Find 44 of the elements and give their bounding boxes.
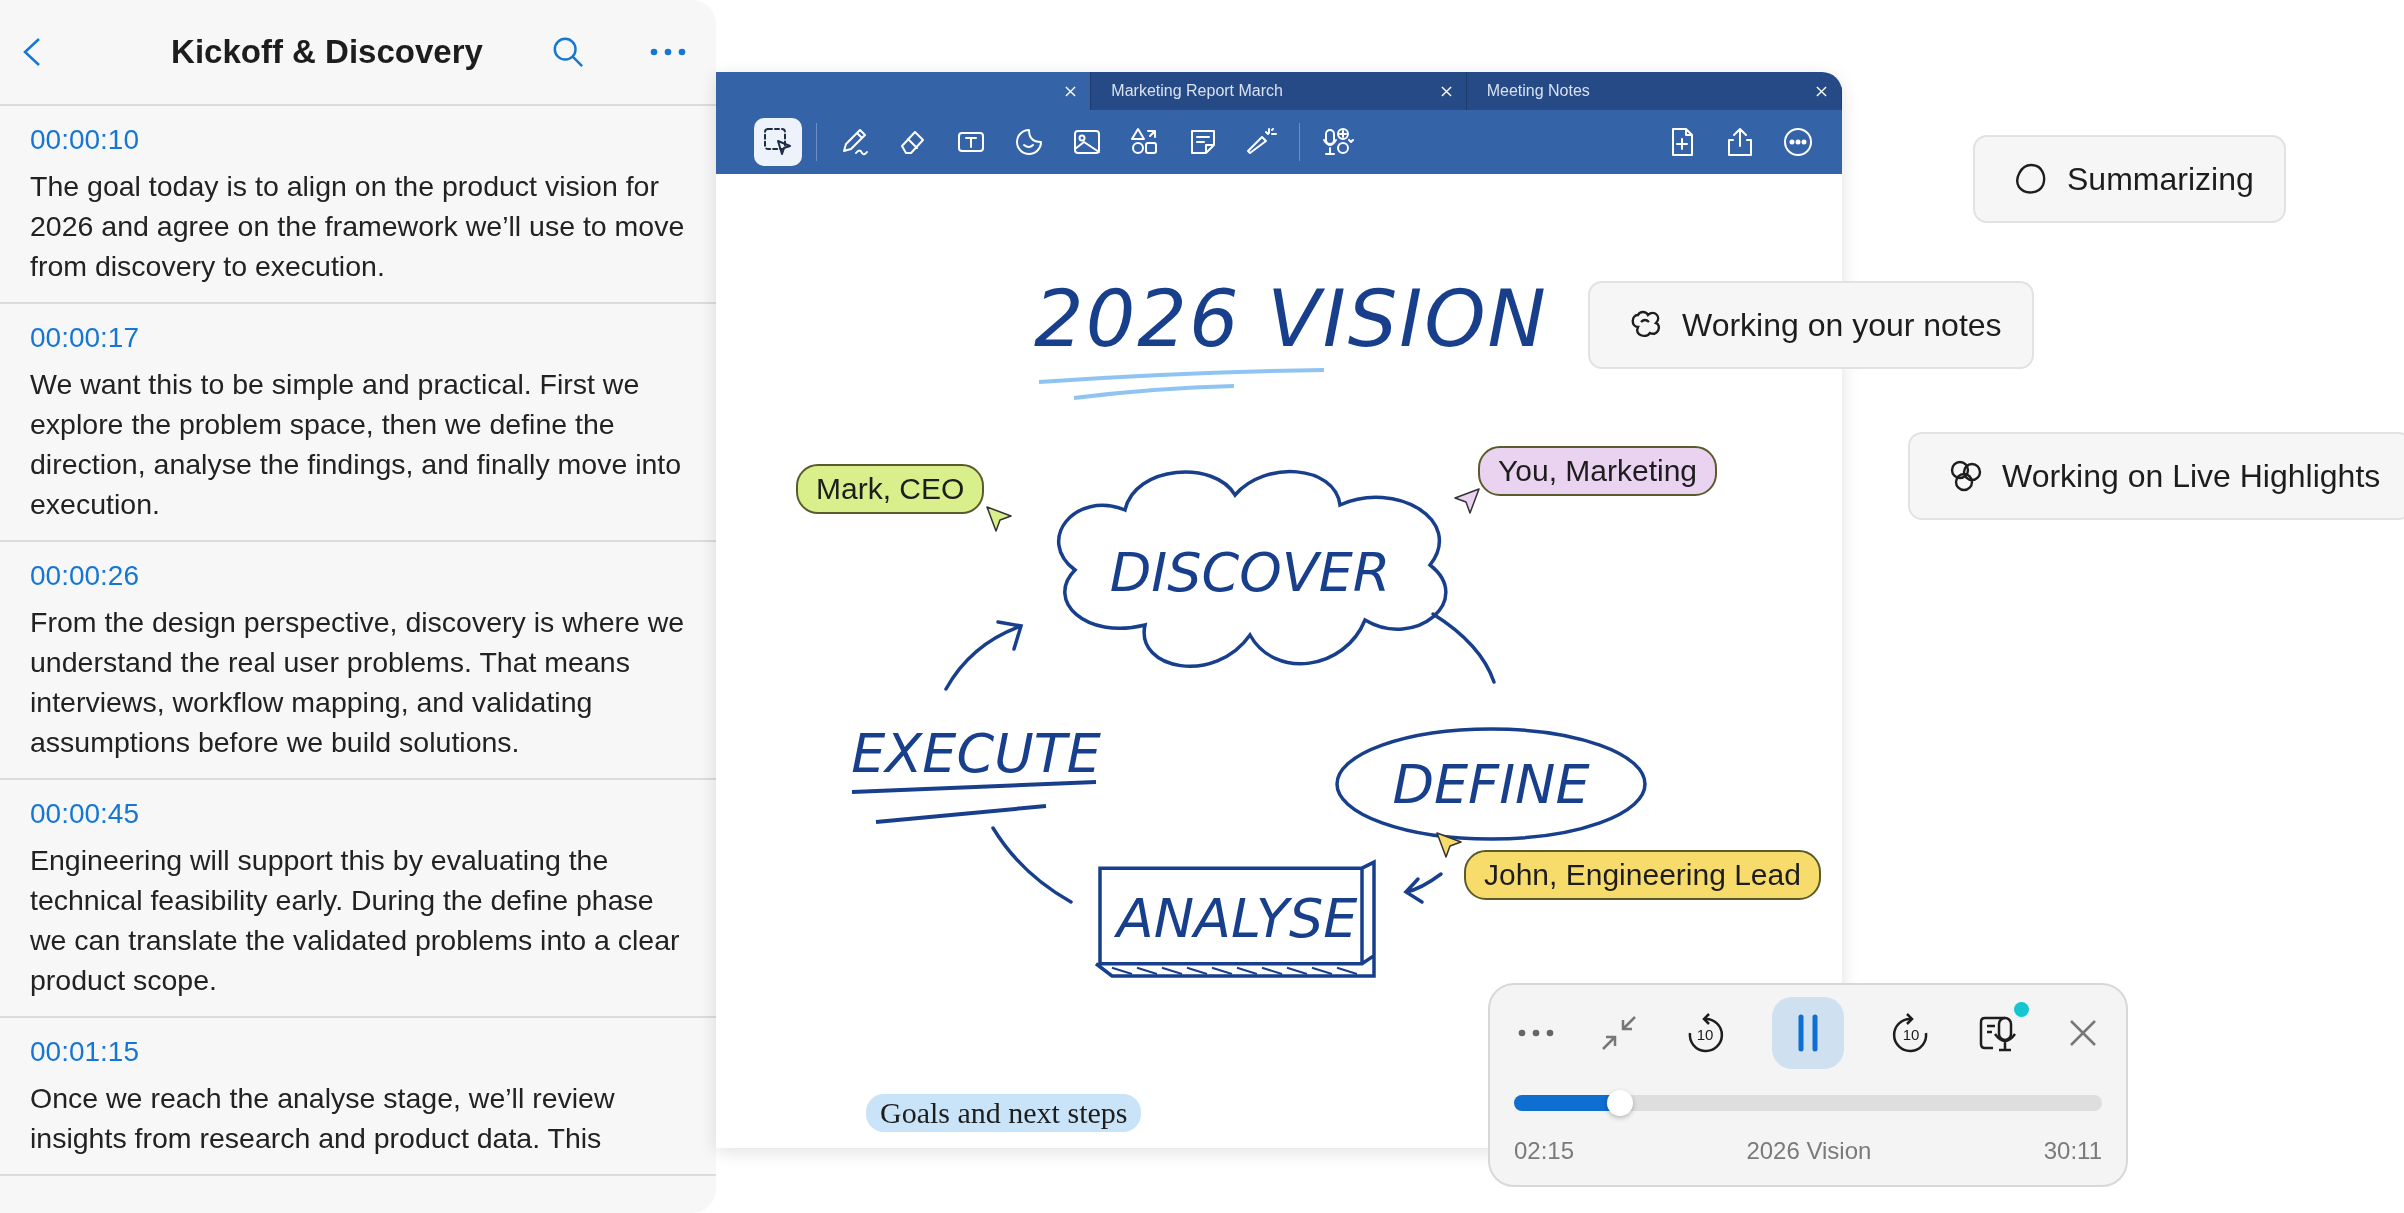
arrow-icon [1402, 870, 1445, 906]
transcript-text: The goal today is to align on the product vision for 2026 and agree on the framework we’ll use to move from discovery to execution. [30, 169, 686, 284]
more-icon[interactable] [1518, 1029, 1554, 1037]
elapsed-time: 02:15 [1514, 1137, 1575, 1165]
collaborator-label: You, Marketing [1478, 446, 1717, 496]
transcript-text: We want this to be simple and practical. First we explore the problem space, then we define the direction, analyse the findings, and finally move into execution. [30, 367, 683, 522]
close-icon[interactable] [2067, 1018, 2098, 1048]
total-time: 30:11 [2043, 1137, 2102, 1165]
transcript-text: From the design perspective, discovery is where we understand the real user problems. That means interviews, workflow mapping, and validating assumptions before we build solutions. [30, 605, 686, 760]
highlighted-caption: Goals and next steps [866, 1094, 1142, 1132]
timestamp[interactable]: 00:00:45 [30, 798, 686, 830]
audio-icon [1322, 126, 1354, 158]
collaborator-label: Mark, CEO [796, 464, 985, 514]
underlined-word: EXECUTE [846, 714, 1106, 834]
status-pill: Summarizing [1973, 135, 2286, 223]
cursor-icon [1452, 486, 1482, 516]
pause-button[interactable] [1771, 997, 1844, 1069]
transcript-title: Kickoff & Discovery [170, 33, 484, 71]
close-icon[interactable] [1440, 85, 1452, 97]
sticker-icon [1013, 126, 1045, 158]
timestamp[interactable]: 00:00:17 [30, 322, 686, 354]
timestamp[interactable]: 00:00:26 [30, 560, 686, 592]
recording-title: 2026 Vision [1746, 1137, 1872, 1165]
transcript-text: Once we reach the analyse stage, we’ll review insights from research and product data. This [30, 1081, 616, 1156]
progress-handle[interactable] [1606, 1090, 1633, 1116]
cursor-icon [984, 504, 1015, 534]
handwritten-title: 2026 VISION [1034, 274, 1548, 364]
ellipse-shape: DEFINE [1334, 725, 1648, 843]
highlights-progress-icon [1948, 458, 1984, 494]
timestamp[interactable]: 00:00:10 [30, 124, 686, 156]
transcript-text: Engineering will support this by evaluating the technical feasibility early. During the define phase we can translate the validated problems into a clear product scope. [30, 843, 681, 998]
select-icon [762, 126, 794, 158]
close-icon[interactable] [1816, 85, 1827, 97]
status-pill: Working on your notes [1588, 281, 2034, 369]
cursor-icon [1434, 830, 1464, 860]
more-icon[interactable] [650, 48, 686, 56]
back-icon[interactable] [22, 37, 42, 67]
close-icon[interactable] [1065, 85, 1077, 97]
search-icon[interactable] [552, 36, 584, 68]
more-icon [1782, 126, 1814, 158]
timestamp[interactable]: 00:01:15 [30, 1036, 686, 1068]
select-tool-button[interactable] [754, 118, 802, 166]
status-pill: Working on Live Highlights [1908, 432, 2404, 520]
collaborator-label: John, Engineering Lead [1464, 850, 1821, 900]
